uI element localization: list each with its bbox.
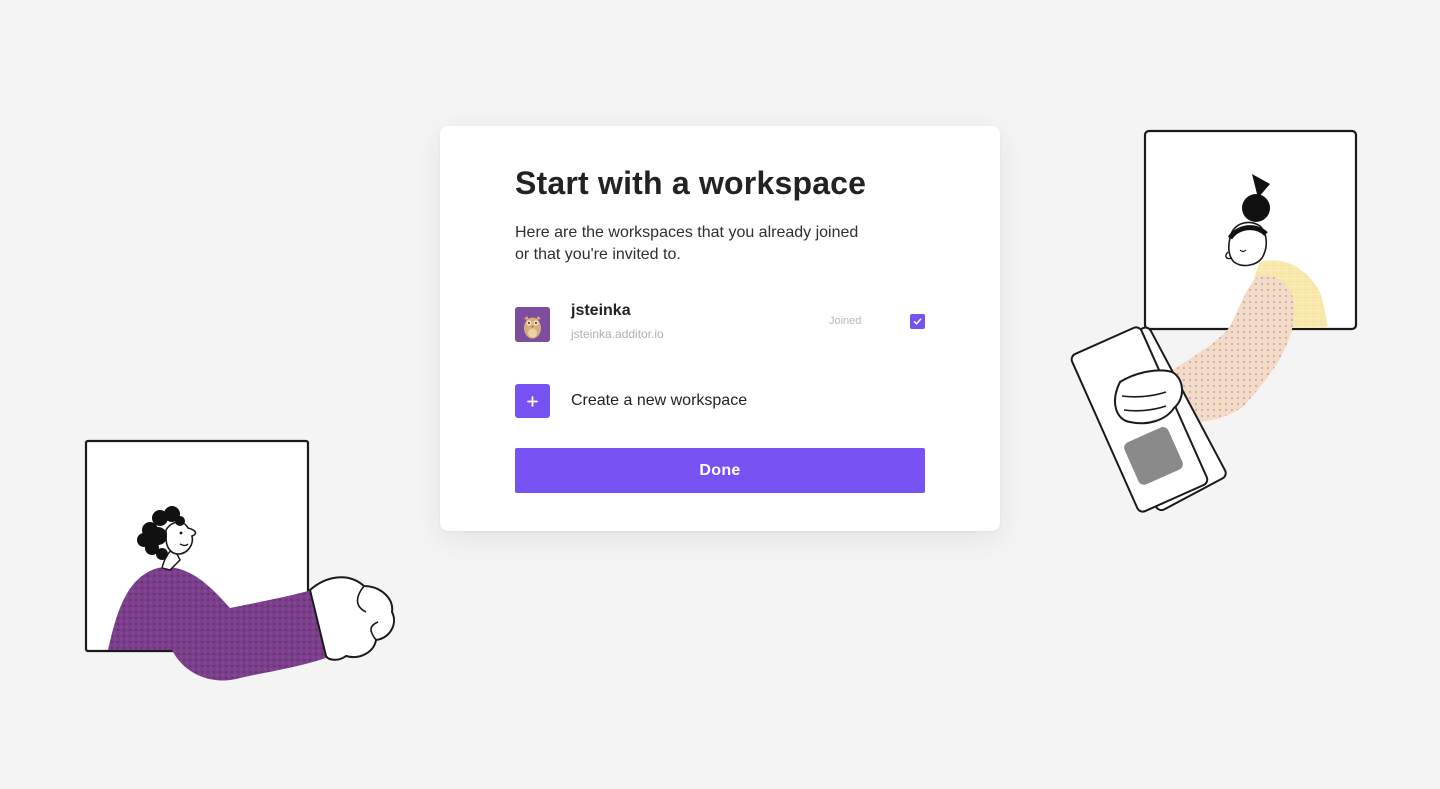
workspace-domain: jsteinka.additor.io	[571, 327, 664, 341]
workspace-name: jsteinka	[571, 302, 631, 319]
person-with-cards-illustration	[1070, 129, 1358, 513]
owl-icon	[515, 307, 550, 342]
owl-avatar	[515, 307, 550, 342]
workspace-checkbox[interactable]	[910, 314, 925, 329]
plus-icon	[527, 395, 538, 407]
person-reaching-illustration	[84, 439, 395, 681]
workspace-card: Start with a workspace Here are the work…	[440, 126, 1000, 531]
plus-icon-button[interactable]	[515, 384, 550, 418]
onboarding-page: Start with a workspace Here are the work…	[0, 0, 1440, 789]
workspace-row[interactable]: jsteinka jsteinka.additor.io Joined	[515, 302, 925, 342]
check-icon	[913, 318, 922, 325]
workspace-status: Joined	[829, 315, 862, 327]
page-title: Start with a workspace	[515, 165, 867, 201]
page-subtitle: Here are the workspaces that you already…	[515, 224, 859, 263]
create-workspace-label: Create a new workspace	[571, 392, 748, 409]
done-button[interactable]: Done	[515, 448, 925, 493]
create-workspace-button[interactable]: Create a new workspace	[515, 384, 925, 418]
